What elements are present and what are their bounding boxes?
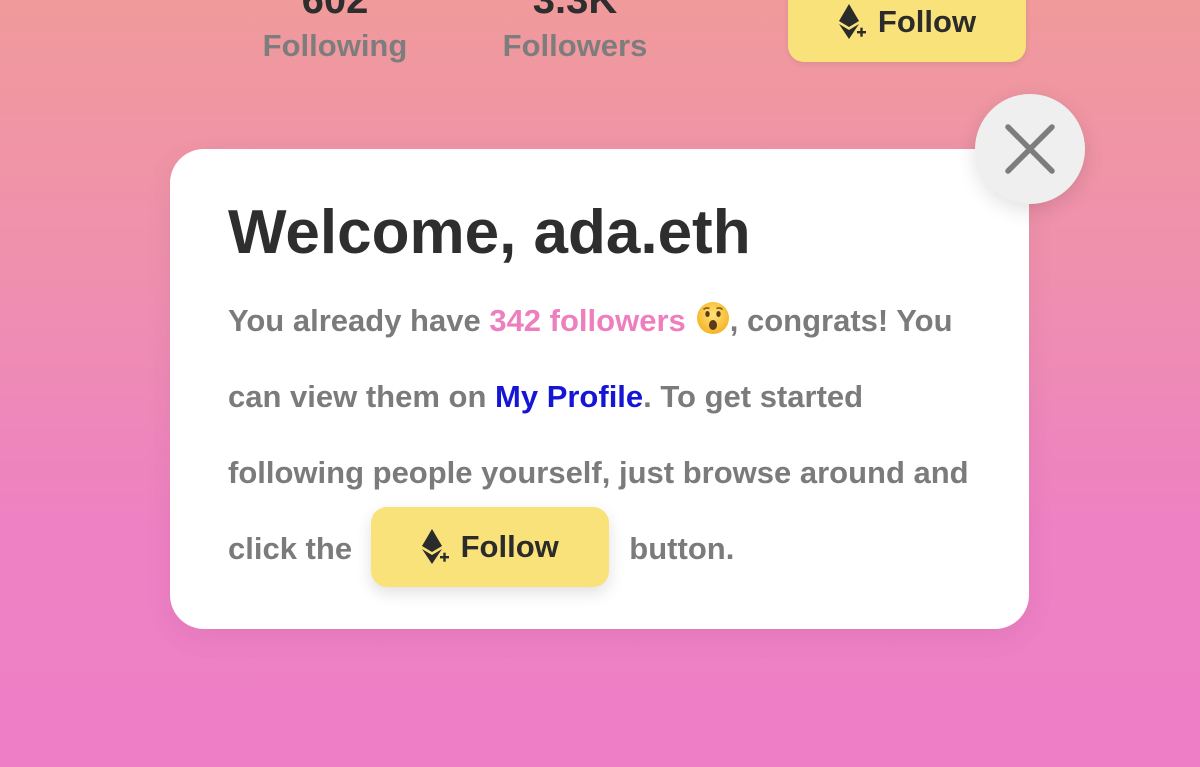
followers-stat[interactable]: 3.3K Followers (490, 0, 660, 64)
header-follow-button[interactable]: Follow (788, 0, 1026, 62)
eth-plus-icon (838, 4, 866, 39)
followers-highlight: 342 followers (489, 303, 686, 338)
body-text-part4: button. (620, 531, 735, 567)
close-button[interactable] (975, 94, 1085, 204)
my-profile-link[interactable]: My Profile (495, 379, 643, 414)
surprised-face-emoji (696, 302, 729, 334)
following-label: Following (262, 28, 408, 63)
inline-follow-button[interactable]: Follow (370, 507, 609, 587)
modal-body: You already have 342 followers , congrat… (228, 283, 998, 591)
following-count: 602 (301, 0, 369, 22)
close-icon (1005, 124, 1055, 174)
modal-title: Welcome, ada.eth (228, 198, 751, 267)
eth-plus-icon (421, 529, 449, 564)
inline-follow-label: Follow (460, 529, 559, 564)
body-text-part1: You already have (228, 303, 490, 338)
following-stat[interactable]: 602 Following (250, 0, 420, 64)
followers-label: Followers (502, 28, 648, 63)
followers-count: 3.3K (532, 0, 618, 22)
header-follow-label: Follow (877, 4, 977, 39)
welcome-modal: Welcome, ada.eth You already have 342 fo… (170, 149, 1029, 629)
